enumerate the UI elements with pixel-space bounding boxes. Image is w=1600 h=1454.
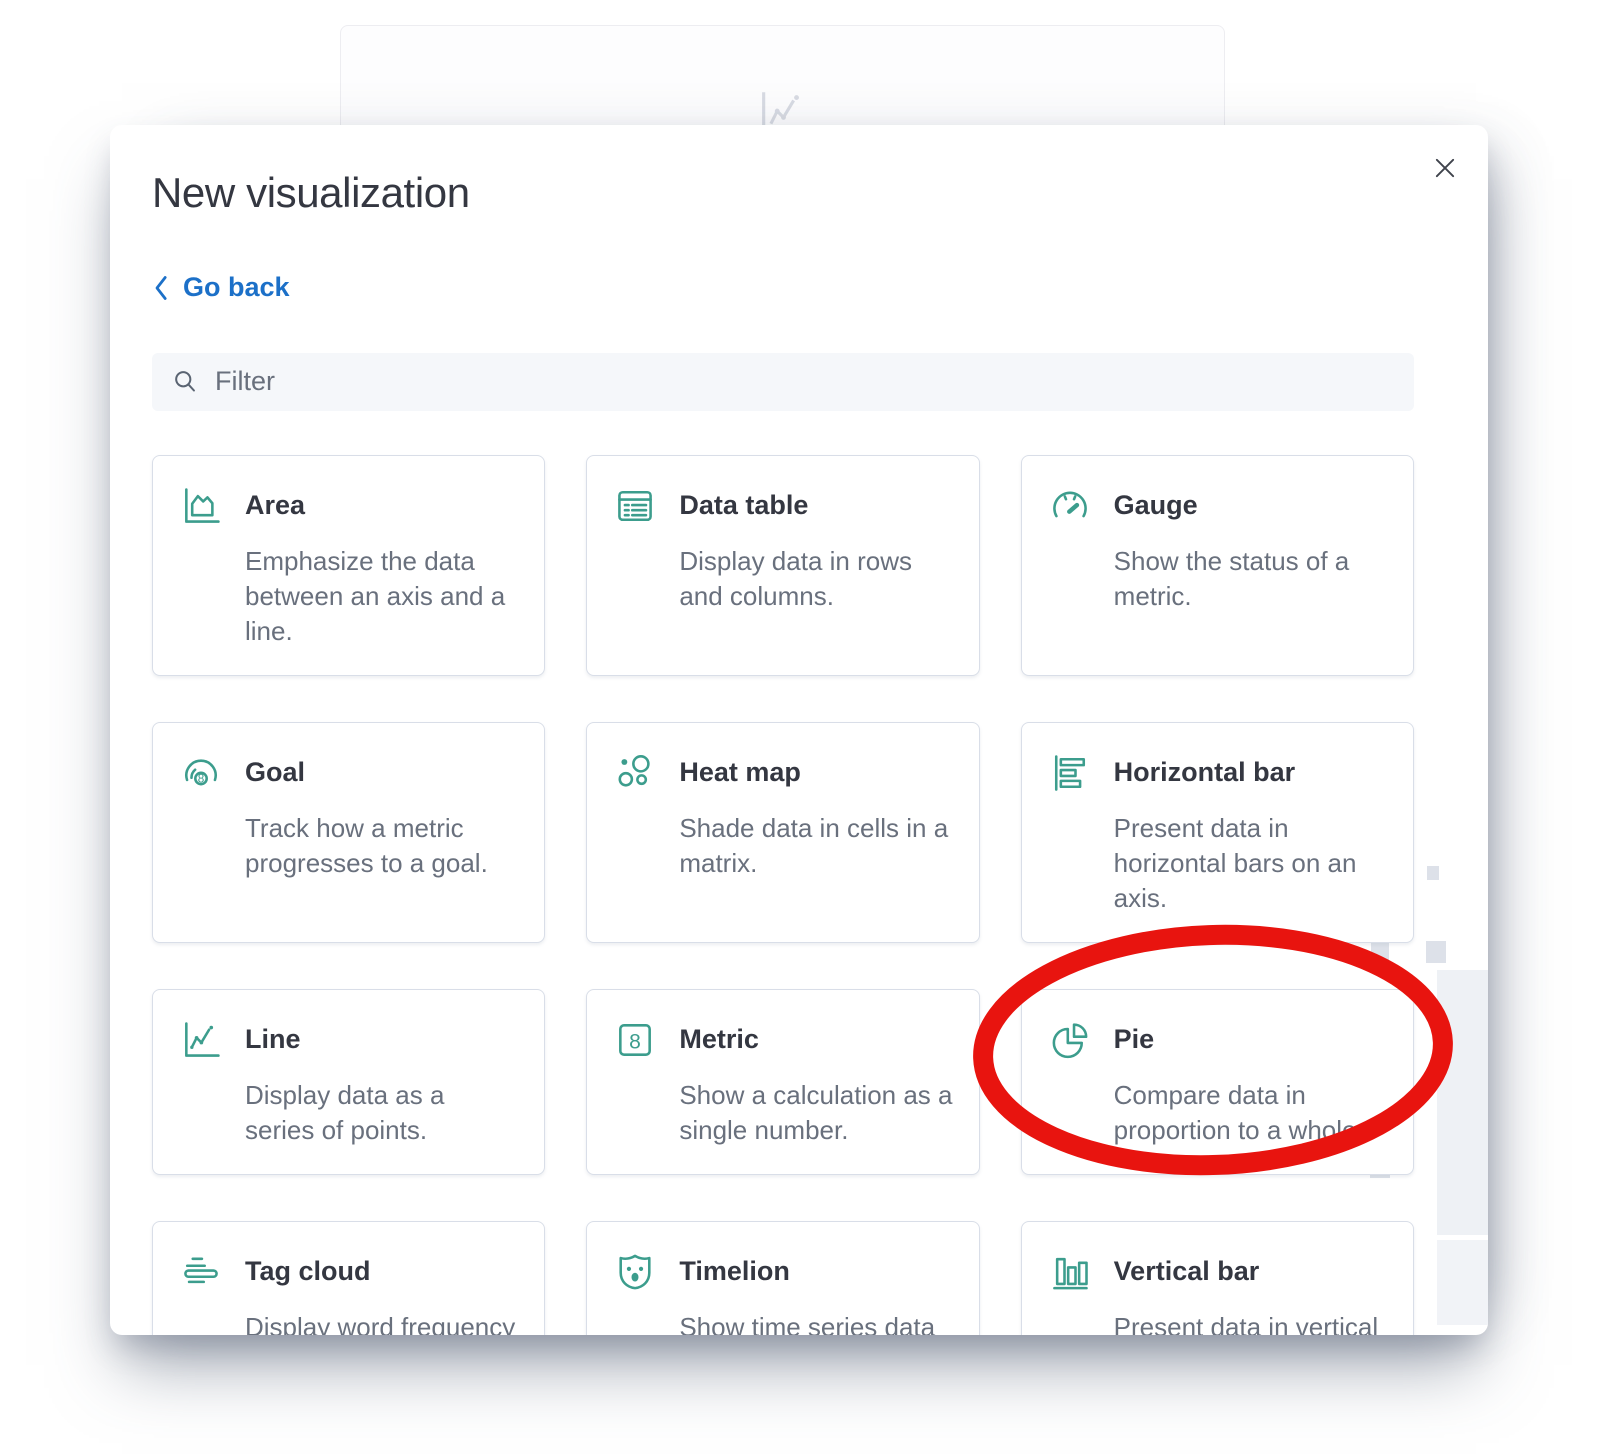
vis-type-card-gauge[interactable]: Gauge Show the status of a metric. xyxy=(1021,455,1414,676)
search-icon xyxy=(172,368,199,395)
card-description: Shade data in cells in a matrix. xyxy=(679,811,952,881)
card-title: Goal xyxy=(245,757,305,788)
vis-type-card-data-table[interactable]: Data table Display data in rows and colu… xyxy=(586,455,979,676)
decor-block xyxy=(1371,943,1389,963)
line-chart-icon xyxy=(179,1018,223,1062)
card-title: Horizontal bar xyxy=(1114,757,1296,788)
gauge-icon xyxy=(1048,484,1092,528)
vis-type-card-line[interactable]: Line Display data as a series of points. xyxy=(152,989,545,1175)
card-description: Show time series data on a graph. xyxy=(679,1310,952,1336)
chevron-left-icon xyxy=(152,274,169,302)
card-description: Show a calculation as a single number. xyxy=(679,1078,952,1148)
card-description: Display word frequency with font size. xyxy=(245,1310,518,1336)
new-visualization-modal: New visualization Go back Area Emphasize… xyxy=(110,125,1488,1335)
card-title: Area xyxy=(245,490,305,521)
filter-input[interactable] xyxy=(215,366,1394,397)
vis-type-card-metric[interactable]: 8 Metric Show a calculation as a single … xyxy=(586,989,979,1175)
card-description: Compare data in proportion to a whole. xyxy=(1114,1078,1387,1148)
vis-type-card-pie[interactable]: Pie Compare data in proportion to a whol… xyxy=(1021,989,1414,1175)
card-title: Line xyxy=(245,1024,301,1055)
page-title: New visualization xyxy=(152,169,1488,217)
go-back-label: Go back xyxy=(183,272,290,303)
vis-type-card-heat-map[interactable]: Heat map Shade data in cells in a matrix… xyxy=(586,722,979,943)
svg-text:8: 8 xyxy=(198,772,205,785)
card-description: Track how a metric progresses to a goal. xyxy=(245,811,518,881)
card-title: Timelion xyxy=(679,1256,790,1287)
card-title: Vertical bar xyxy=(1114,1256,1260,1287)
vis-type-card-horizontal-bar[interactable]: Horizontal bar Present data in horizonta… xyxy=(1021,722,1414,943)
close-icon[interactable] xyxy=(1428,151,1462,185)
card-title: Data table xyxy=(679,490,808,521)
metric-icon: 8 xyxy=(613,1018,657,1062)
vis-type-card-vertical-bar[interactable]: Vertical bar Present data in vertical ba… xyxy=(1021,1221,1414,1336)
goal-icon: 8 xyxy=(179,751,223,795)
card-title: Gauge xyxy=(1114,490,1198,521)
card-description: Display data as a series of points. xyxy=(245,1078,518,1148)
page: New visualization Go back Area Emphasize… xyxy=(0,0,1600,1454)
card-description: Display data in rows and columns. xyxy=(679,544,952,614)
vertical-bar-icon xyxy=(1048,1250,1092,1294)
card-title: Pie xyxy=(1114,1024,1155,1055)
filter-search-bar xyxy=(152,353,1414,411)
vis-type-card-area[interactable]: Area Emphasize the data between an axis … xyxy=(152,455,545,676)
data-table-icon xyxy=(613,484,657,528)
decor-block xyxy=(1426,941,1446,963)
card-title: Metric xyxy=(679,1024,759,1055)
card-description: Emphasize the data between an axis and a… xyxy=(245,544,518,649)
visualization-grid: Area Emphasize the data between an axis … xyxy=(152,455,1414,1336)
decor-panel xyxy=(1437,1240,1488,1325)
decor-panel xyxy=(1437,970,1488,1235)
area-chart-icon xyxy=(179,484,223,528)
card-description: Present data in horizontal bars on an ax… xyxy=(1114,811,1387,916)
card-title: Tag cloud xyxy=(245,1256,371,1287)
tag-cloud-icon xyxy=(179,1250,223,1294)
go-back-link[interactable]: Go back xyxy=(152,272,290,303)
pie-chart-icon xyxy=(1048,1018,1092,1062)
card-description: Show the status of a metric. xyxy=(1114,544,1387,614)
vis-type-card-timelion[interactable]: Timelion Show time series data on a grap… xyxy=(586,1221,979,1336)
timelion-icon xyxy=(613,1250,657,1294)
card-title: Heat map xyxy=(679,757,801,788)
vis-type-card-tag-cloud[interactable]: Tag cloud Display word frequency with fo… xyxy=(152,1221,545,1336)
heat-map-icon xyxy=(613,751,657,795)
svg-text:8: 8 xyxy=(629,1030,641,1053)
decor-block xyxy=(1427,866,1439,880)
horizontal-bar-icon xyxy=(1048,751,1092,795)
card-description: Present data in vertical bars on an axis… xyxy=(1114,1310,1387,1336)
vis-type-card-goal[interactable]: 8 Goal Track how a metric progresses to … xyxy=(152,722,545,943)
